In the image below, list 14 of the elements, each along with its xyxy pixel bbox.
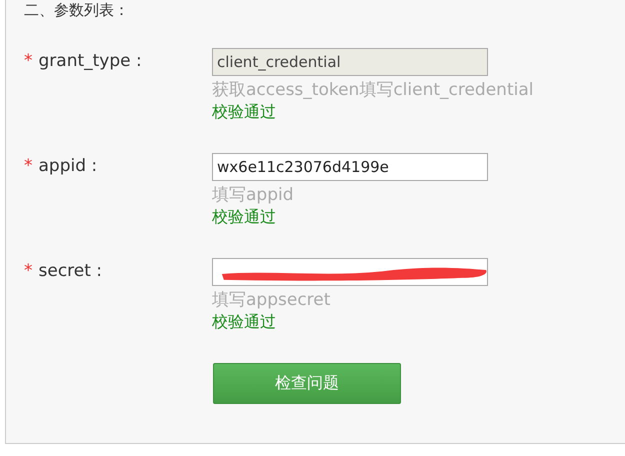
field-hint: 填写appsecret xyxy=(212,289,330,311)
section-heading: 二、参数列表： xyxy=(24,0,130,20)
validation-status: 校验通过 xyxy=(212,207,276,228)
field-label: appid : xyxy=(38,156,98,176)
field-hint: 填写appid xyxy=(212,184,294,206)
required-mark: * xyxy=(24,156,32,176)
required-mark: * xyxy=(24,261,32,281)
field-hint: 获取access_token填写client_credential xyxy=(212,79,534,101)
field-label: grant_type : xyxy=(38,51,142,71)
validation-status: 校验通过 xyxy=(212,312,276,333)
required-mark: * xyxy=(24,51,32,71)
field-label: secret : xyxy=(38,261,102,281)
validation-status: 校验通过 xyxy=(212,102,276,123)
input-field[interactable]: wx6e11c23076d4199e xyxy=(212,153,488,181)
